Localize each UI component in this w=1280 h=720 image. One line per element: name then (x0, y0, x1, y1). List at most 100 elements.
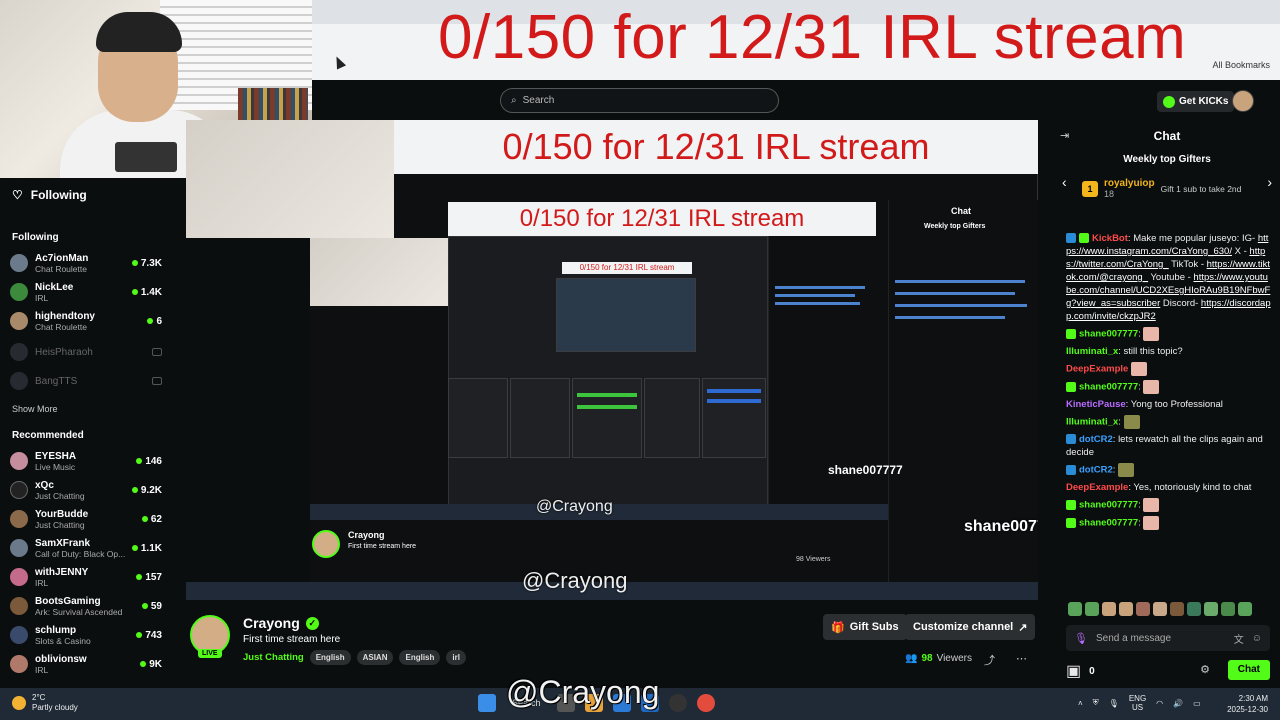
mic-tray-icon[interactable]: 🎙 (1109, 699, 1119, 708)
user-avatar[interactable] (1232, 90, 1254, 112)
sidebar-item-heispharaoh[interactable]: HeisPharaoh (10, 339, 162, 365)
sidebar-item-bangtts[interactable]: BangTTS (10, 368, 162, 394)
sidebar-item-schlump[interactable]: schlump Slots & Casino 743 (10, 622, 162, 648)
sidebar-item-nicklee[interactable]: NickLee IRL 1.4K (10, 279, 162, 305)
chat-username[interactable]: shane007777 (1079, 518, 1138, 529)
security-icon[interactable]: ⛨ (1093, 698, 1099, 708)
emote-icon[interactable] (1170, 602, 1184, 616)
chat-username[interactable]: dotCR2 (1079, 465, 1113, 476)
system-clock[interactable]: 2:30 AM 2025-12-30 (1227, 693, 1268, 715)
sidebar-item-highendtony[interactable]: highendtony Chat Roulette 6 (10, 308, 162, 334)
emote-icon (1123, 415, 1140, 429)
chrome-icon[interactable] (696, 694, 715, 712)
channel-category: Chat Roulette (35, 321, 87, 332)
microphone-icon[interactable]: 🎙 (1074, 632, 1088, 645)
emote-icon[interactable] (1187, 602, 1201, 616)
avatar (10, 655, 28, 673)
emoji-icon[interactable]: ☺ (1252, 633, 1262, 644)
inner-chat-line (895, 292, 1015, 295)
category-link[interactable]: Just Chatting (243, 652, 304, 663)
start-recording-bar (707, 399, 761, 403)
channel-category: Live Music (35, 461, 76, 472)
tag-pill[interactable]: English (399, 650, 441, 665)
all-bookmarks-link[interactable]: All Bookmarks (1212, 60, 1270, 70)
sidebar-item-yourbudde[interactable]: YourBudde Just Chatting 62 (10, 506, 162, 532)
chat-username[interactable]: DeepExample (1066, 364, 1128, 375)
following-header[interactable]: ♡ Following (12, 188, 87, 202)
sidebar-item-xqc[interactable]: xQc Just Chatting 9.2K (10, 477, 162, 503)
top-gifter[interactable]: 1 royalyuiop 18 Gift 1 sub to take 2nd (1082, 178, 1241, 199)
sidebar-item-ac7ionman[interactable]: Ac7ionMan Chat Roulette 7.3K (10, 250, 162, 276)
emote-icon[interactable] (1221, 602, 1235, 616)
get-kicks-button[interactable]: Get KICKs (1157, 91, 1235, 112)
emote-icon[interactable] (1136, 602, 1150, 616)
show-more-link[interactable]: Show More (12, 404, 58, 414)
chat-username[interactable]: shane007777 (1079, 500, 1138, 511)
tag-pill[interactable]: ASIAN (356, 650, 394, 665)
channel-category: Call of Duty: Black Op... (35, 548, 126, 559)
search-input[interactable]: ⌕ Search (500, 88, 779, 113)
channel-name: BangTTS (35, 375, 78, 387)
video-player[interactable]: 0/150 for 12/31 IRL stream Chat Weekly t… (186, 120, 1038, 600)
chat-username[interactable]: Illuminati_x (1066, 417, 1118, 428)
inner-stream-title: First time stream here (348, 543, 417, 550)
emote-icon[interactable] (1204, 602, 1218, 616)
kicks-icon (1163, 95, 1175, 108)
sidebar-item-oblivionsw[interactable]: oblivionsw IRL 9K (10, 651, 162, 677)
live-dot-icon (136, 632, 143, 638)
chat-username[interactable]: shane007777 (1079, 382, 1138, 393)
channel-category: IRL (35, 292, 49, 303)
volume-icon[interactable]: 🔊 (1173, 699, 1183, 708)
emote-icon[interactable] (1102, 602, 1116, 616)
overlay-title: 0/150 for 12/31 IRL stream (438, 3, 1187, 72)
inner-overlay-title-3: 0/150 for 12/31 IRL stream (562, 262, 692, 274)
customize-channel-button[interactable]: Customize channel ↗ (905, 614, 1036, 640)
gear-icon[interactable]: ⚙ (1200, 663, 1210, 676)
chat-input[interactable]: 🎙 Send a message 文 ☺ (1066, 625, 1270, 651)
battery-icon[interactable]: ▭ (1193, 699, 1201, 708)
channel-name-row[interactable]: Crayong ✓ (243, 615, 319, 631)
chat-text: still this topic? (1123, 346, 1183, 357)
chat-username[interactable]: dotCR2 (1079, 434, 1113, 445)
sidebar-item-bootsgaming[interactable]: BootsGaming Ark: Survival Ascended 59 (10, 593, 162, 619)
chat-username[interactable]: DeepExample (1066, 482, 1128, 493)
viewer-count: 743 (145, 629, 162, 641)
emote-icon[interactable] (1068, 602, 1082, 616)
chat-text: TikTok - (1168, 259, 1204, 270)
tag-pill[interactable]: irl (446, 650, 466, 665)
weather-widget[interactable]: 2°C Partly cloudy (12, 693, 78, 713)
following-title: Following (30, 188, 87, 202)
tag-pill[interactable]: English (309, 650, 351, 665)
chevron-left-icon[interactable]: ‹ (1062, 174, 1067, 190)
chat-username[interactable]: KickBot (1092, 233, 1128, 244)
chat-username[interactable]: Illuminati_x (1066, 346, 1118, 357)
emote-icon[interactable] (1238, 602, 1252, 616)
sidebar-item-samxfrank[interactable]: SamXFrank Call of Duty: Black Op... 1.1K (10, 535, 162, 561)
sidebar-item-eyesha[interactable]: EYESHA Live Music 146 (10, 448, 162, 474)
chevron-right-icon[interactable]: › (1267, 174, 1272, 190)
chat-send-button[interactable]: Chat (1227, 660, 1270, 680)
share-icon[interactable]: ⤴ (984, 652, 995, 668)
obs-icon[interactable] (668, 694, 687, 712)
points-icon[interactable]: ▣ (1066, 661, 1081, 681)
live-dot-icon (131, 289, 138, 295)
chevron-up-icon[interactable]: ˄ (1078, 699, 1083, 708)
language-indicator[interactable]: ENG US (1129, 694, 1146, 712)
windows-start-icon[interactable] (478, 694, 496, 712)
inner-viewers: 98 Viewers (796, 556, 831, 563)
emote-icon[interactable] (1119, 602, 1133, 616)
emote-icon[interactable] (1085, 602, 1099, 616)
inner-overlay-title-2: 0/150 for 12/31 IRL stream (448, 202, 876, 236)
sidebar-item-withjenny[interactable]: withJENNY IRL 157 (10, 564, 162, 590)
chat-username[interactable]: KineticPause (1066, 399, 1126, 410)
more-options-icon[interactable]: ⋯ (1016, 652, 1027, 665)
translate-icon[interactable]: 文 (1234, 631, 1244, 646)
wifi-icon[interactable]: ◠ (1156, 699, 1163, 708)
chat-username[interactable]: shane007777 (1079, 329, 1138, 340)
avatar (10, 597, 28, 615)
stream-watermark: @Crayong (506, 674, 660, 710)
gift-subs-button[interactable]: 🎁 Gift Subs (823, 614, 907, 640)
sub-badge-icon (1066, 518, 1076, 528)
emote-icon[interactable] (1153, 602, 1167, 616)
avatar (10, 372, 28, 390)
